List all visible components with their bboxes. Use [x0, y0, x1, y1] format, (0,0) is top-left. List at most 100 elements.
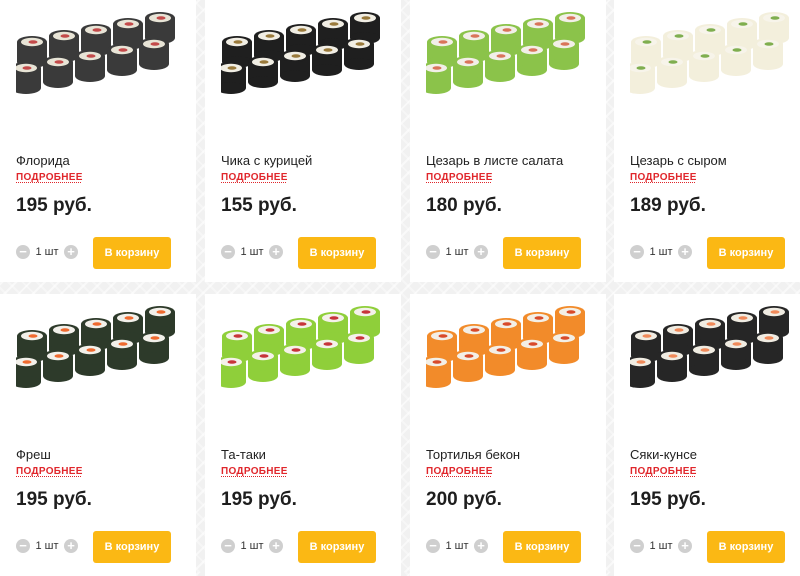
details-link[interactable]: ПОДРОБНЕЕ — [630, 466, 697, 477]
product-name[interactable]: Флорида — [16, 153, 70, 168]
product-image[interactable] — [221, 302, 385, 398]
quantity-value: 1 шт — [35, 540, 59, 552]
quantity-stepper: − 1 шт + — [16, 245, 78, 259]
add-to-cart-button[interactable]: В корзину — [707, 531, 785, 563]
plus-icon[interactable]: + — [474, 245, 488, 259]
minus-icon[interactable]: − — [16, 245, 30, 259]
minus-icon[interactable]: − — [221, 539, 235, 553]
minus-icon[interactable]: − — [630, 539, 644, 553]
product-name[interactable]: Та-таки — [221, 447, 266, 462]
quantity-stepper: − 1 шт + — [221, 245, 283, 259]
sushi-roll-syaki-kunse — [630, 306, 789, 388]
roll-piece — [16, 356, 41, 388]
add-to-cart-button[interactable]: В корзину — [298, 531, 376, 563]
product-price: 200 руб. — [426, 489, 502, 510]
roll-piece — [517, 44, 547, 76]
minus-icon[interactable]: − — [426, 245, 440, 259]
quantity-stepper: − 1 шт + — [630, 245, 692, 259]
roll-piece — [221, 356, 246, 388]
product-price: 155 руб. — [221, 195, 297, 216]
product-image[interactable] — [630, 302, 794, 398]
details-link[interactable]: ПОДРОБНЕЕ — [221, 466, 288, 477]
roll-piece — [721, 44, 751, 76]
roll-piece — [630, 356, 655, 388]
add-to-cart-button[interactable]: В корзину — [707, 237, 785, 269]
roll-piece — [344, 332, 374, 364]
roll-piece — [657, 56, 687, 88]
roll-piece — [312, 44, 342, 76]
product-image[interactable] — [426, 8, 590, 104]
minus-icon[interactable]: − — [16, 539, 30, 553]
product-name[interactable]: Цезарь в листе салата — [426, 153, 563, 168]
roll-piece — [630, 62, 655, 94]
product-image[interactable] — [630, 8, 794, 104]
roll-piece — [485, 344, 515, 376]
roll-piece — [453, 350, 483, 382]
product-card: Чика с курицей ПОДРОБНЕЕ 155 руб. − 1 шт… — [205, 0, 401, 282]
roll-piece — [517, 338, 547, 370]
details-link[interactable]: ПОДРОБНЕЕ — [16, 466, 83, 477]
roll-piece — [139, 332, 169, 364]
product-price: 195 руб. — [16, 489, 92, 510]
product-price: 195 руб. — [630, 489, 706, 510]
plus-icon[interactable]: + — [269, 539, 283, 553]
details-link[interactable]: ПОДРОБНЕЕ — [221, 172, 288, 183]
product-image[interactable] — [426, 302, 590, 398]
roll-piece — [657, 350, 687, 382]
product-price: 195 руб. — [16, 195, 92, 216]
roll-piece — [75, 344, 105, 376]
quantity-stepper: − 1 шт + — [426, 245, 488, 259]
add-to-cart-button[interactable]: В корзину — [93, 531, 171, 563]
plus-icon[interactable]: + — [678, 539, 692, 553]
quantity-value: 1 шт — [35, 246, 59, 258]
details-link[interactable]: ПОДРОБНЕЕ — [426, 466, 493, 477]
add-to-cart-button[interactable]: В корзину — [298, 237, 376, 269]
details-link[interactable]: ПОДРОБНЕЕ — [426, 172, 493, 183]
plus-icon[interactable]: + — [64, 539, 78, 553]
sushi-roll-tataki — [221, 306, 380, 388]
product-image[interactable] — [221, 8, 385, 104]
product-card: Цезарь в листе салата ПОДРОБНЕЕ 180 руб.… — [410, 0, 606, 282]
roll-piece — [312, 338, 342, 370]
minus-icon[interactable]: − — [630, 245, 644, 259]
product-name[interactable]: Чика с курицей — [221, 153, 312, 168]
add-to-cart-button[interactable]: В корзину — [503, 237, 581, 269]
add-to-cart-button[interactable]: В корзину — [93, 237, 171, 269]
product-name[interactable]: Сяки-кунсе — [630, 447, 697, 462]
product-price: 189 руб. — [630, 195, 706, 216]
roll-piece — [344, 38, 374, 70]
roll-piece — [485, 50, 515, 82]
roll-piece — [139, 38, 169, 70]
roll-piece — [248, 56, 278, 88]
roll-piece — [689, 50, 719, 82]
plus-icon[interactable]: + — [64, 245, 78, 259]
sushi-roll-fresh — [16, 306, 175, 388]
quantity-stepper: − 1 шт + — [630, 539, 692, 553]
product-name[interactable]: Фреш — [16, 447, 51, 462]
minus-icon[interactable]: − — [221, 245, 235, 259]
product-image[interactable] — [16, 8, 180, 104]
plus-icon[interactable]: + — [474, 539, 488, 553]
product-name[interactable]: Цезарь с сыром — [630, 153, 727, 168]
roll-piece — [426, 62, 451, 94]
product-name[interactable]: Тортилья бекон — [426, 447, 520, 462]
roll-piece — [107, 44, 137, 76]
sushi-roll-caesar-cheese — [630, 12, 789, 94]
add-to-cart-button[interactable]: В корзину — [503, 531, 581, 563]
product-card: Флорида ПОДРОБНЕЕ 195 руб. − 1 шт + В ко… — [0, 0, 196, 282]
roll-piece — [753, 332, 783, 364]
minus-icon[interactable]: − — [426, 539, 440, 553]
product-card: Цезарь с сыром ПОДРОБНЕЕ 189 руб. − 1 шт… — [614, 0, 800, 282]
details-link[interactable]: ПОДРОБНЕЕ — [630, 172, 697, 183]
roll-piece — [16, 62, 41, 94]
quantity-value: 1 шт — [240, 540, 264, 552]
details-link[interactable]: ПОДРОБНЕЕ — [16, 172, 83, 183]
plus-icon[interactable]: + — [269, 245, 283, 259]
roll-piece — [248, 350, 278, 382]
roll-piece — [549, 332, 579, 364]
plus-icon[interactable]: + — [678, 245, 692, 259]
roll-piece — [426, 356, 451, 388]
quantity-value: 1 шт — [240, 246, 264, 258]
quantity-value: 1 шт — [445, 246, 469, 258]
product-image[interactable] — [16, 302, 180, 398]
